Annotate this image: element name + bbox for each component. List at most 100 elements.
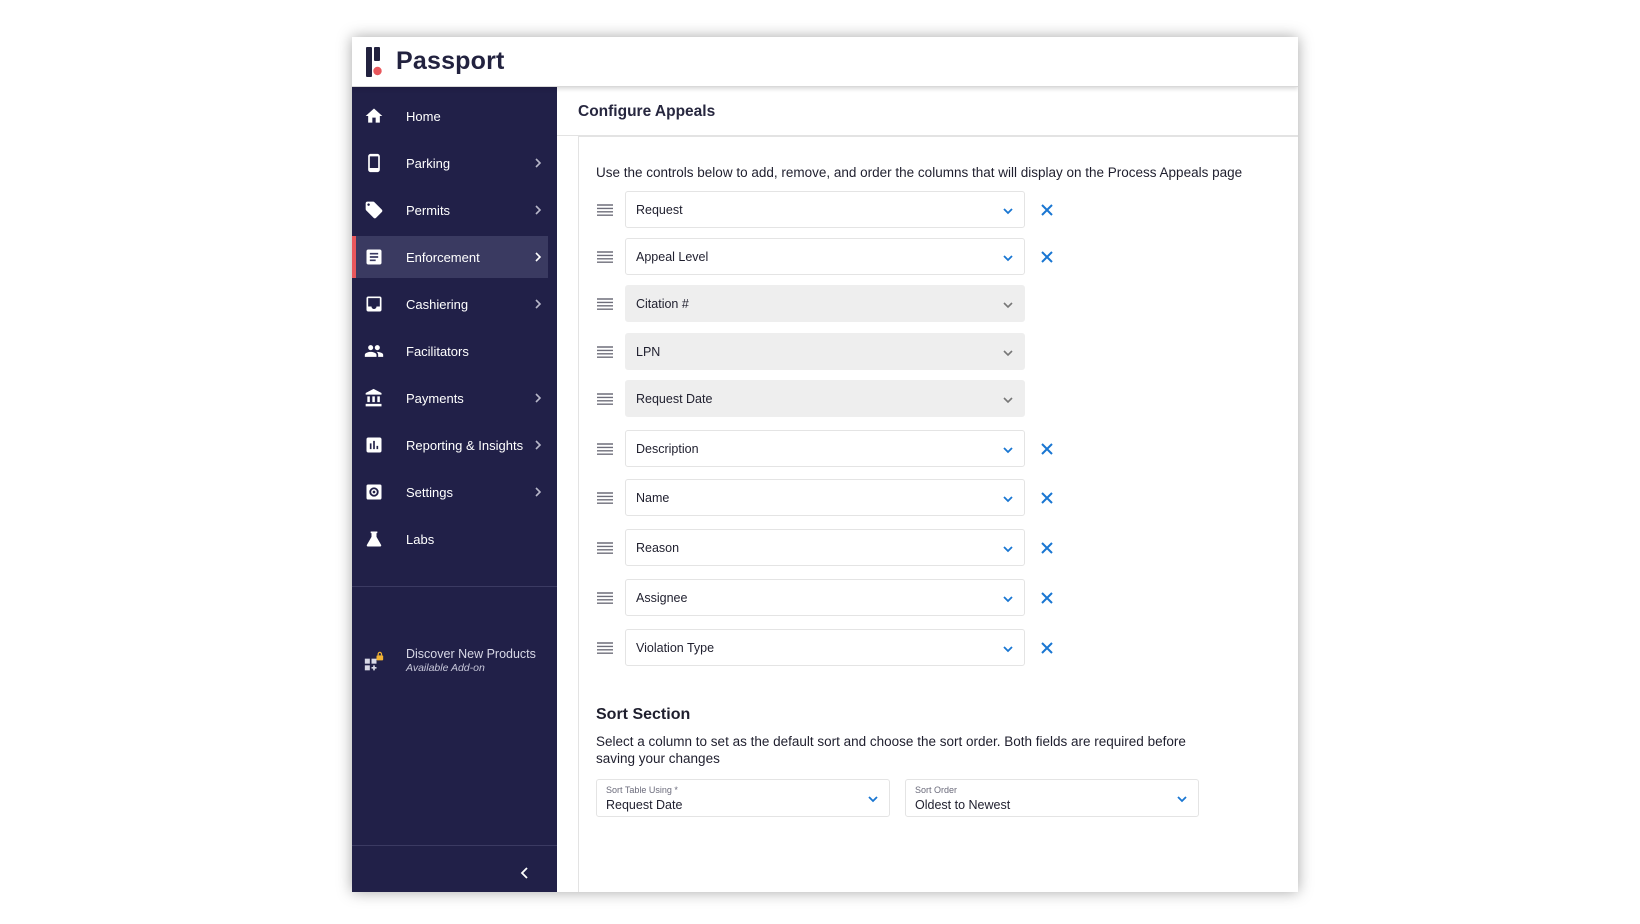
chevron-left-icon: [517, 867, 533, 885]
instructions-text: Use the controls below to add, remove, a…: [596, 165, 1243, 180]
sidebar-item-enforcement[interactable]: Enforcement: [352, 236, 548, 278]
drag-handle-icon[interactable]: [596, 249, 614, 265]
column-select[interactable]: Name: [625, 479, 1025, 516]
remove-column-button[interactable]: [1038, 589, 1056, 607]
column-row: Request: [596, 191, 1056, 229]
chevron-right-icon: [532, 298, 544, 310]
column-select-locked: Request Date: [625, 380, 1025, 417]
column-select-value: Request Date: [636, 392, 713, 406]
collapse-sidebar-button[interactable]: [517, 865, 533, 881]
chevron-right-icon: [532, 157, 544, 169]
remove-column-button[interactable]: [1038, 639, 1056, 657]
column-row: Name: [596, 479, 1056, 517]
page-title: Configure Appeals: [578, 103, 716, 120]
list-document-icon: [364, 247, 384, 267]
chevron-right-icon: [532, 392, 544, 404]
column-select[interactable]: Assignee: [625, 579, 1025, 616]
drag-handle-icon[interactable]: [596, 344, 614, 360]
column-select-value: Appeal Level: [636, 250, 709, 264]
sidebar-item-label: Cashiering: [406, 296, 469, 312]
sort-order-value: Oldest to Newest: [915, 798, 1011, 812]
sidebar-item-label: Parking: [406, 155, 451, 171]
sidebar-item-label: Settings: [406, 484, 453, 500]
sort-section-heading: Sort Section: [596, 706, 691, 723]
main-content: Configure Appeals Use the controls below…: [557, 87, 1298, 892]
bank-icon: [364, 388, 384, 408]
discover-new-products[interactable]: Discover New Products Available Add-on: [352, 637, 557, 687]
column-row: Reason: [596, 529, 1056, 567]
remove-column-button[interactable]: [1038, 539, 1056, 557]
chevron-down-icon: [1001, 443, 1015, 457]
sidebar-item-permits[interactable]: Permits: [352, 189, 548, 231]
sort-order-select[interactable]: Sort Order Oldest to Newest: [905, 779, 1199, 817]
column-row: Violation Type: [596, 629, 1056, 667]
sidebar-item-parking[interactable]: Parking: [352, 142, 548, 184]
drag-handle-icon[interactable]: [596, 540, 614, 556]
column-select[interactable]: Reason: [625, 529, 1025, 566]
people-icon: [364, 341, 384, 361]
sidebar-item-home[interactable]: Home: [352, 95, 548, 137]
chevron-down-icon: [1175, 792, 1189, 806]
sidebar-item-cashiering[interactable]: Cashiering: [352, 283, 548, 325]
sidebar-item-facilitators[interactable]: Facilitators: [352, 330, 548, 372]
column-row: Citation #: [596, 285, 1056, 323]
sort-table-value: Request Date: [606, 798, 683, 812]
drag-handle-icon[interactable]: [596, 590, 614, 606]
chevron-down-icon: [1001, 592, 1015, 606]
sidebar-item-label: Payments: [406, 390, 464, 406]
locked-add-on-icon: [364, 651, 384, 672]
remove-column-button[interactable]: [1038, 201, 1056, 219]
drag-handle-icon[interactable]: [596, 640, 614, 656]
drag-handle-icon[interactable]: [596, 490, 614, 506]
home-icon: [364, 106, 384, 126]
column-select-value: Violation Type: [636, 641, 715, 655]
tag-icon: [364, 200, 384, 220]
inbox-icon: [364, 294, 384, 314]
drag-handle-icon[interactable]: [596, 391, 614, 407]
sidebar-divider: [352, 845, 557, 846]
sidebar-item-label: Facilitators: [406, 343, 469, 359]
sidebar-item-label: Reporting & Insights: [406, 437, 524, 453]
drag-handle-icon[interactable]: [596, 202, 614, 218]
column-select-value: Reason: [636, 541, 680, 555]
app-name: Passport: [396, 47, 505, 75]
sidebar-item-label: Home: [406, 108, 441, 124]
chevron-right-icon: [532, 439, 544, 451]
column-select[interactable]: Request: [625, 191, 1025, 228]
sidebar-item-label: Enforcement: [406, 249, 480, 265]
page-header: Configure Appeals: [557, 87, 1298, 136]
close-icon: [1038, 443, 1056, 462]
chevron-down-icon: [1001, 298, 1015, 312]
sort-table-select[interactable]: Sort Table Using * Request Date: [596, 779, 890, 817]
column-select[interactable]: Violation Type: [625, 629, 1025, 666]
chevron-down-icon: [1001, 346, 1015, 360]
sidebar: Home Parking Permits Enforcement Cashier…: [352, 87, 557, 892]
chevron-down-icon: [1001, 492, 1015, 506]
column-row: LPN: [596, 333, 1056, 371]
sidebar-item-settings[interactable]: Settings: [352, 471, 548, 513]
column-row: Appeal Level: [596, 238, 1056, 276]
remove-column-button[interactable]: [1038, 248, 1056, 266]
column-select-value: Citation #: [636, 297, 689, 311]
drag-handle-icon[interactable]: [596, 296, 614, 312]
sort-section-description: Select a column to set as the default so…: [596, 734, 1186, 766]
chevron-down-icon: [1001, 393, 1015, 407]
remove-column-button[interactable]: [1038, 440, 1056, 458]
smartphone-icon: [364, 153, 384, 173]
column-select-value: Request: [636, 203, 683, 217]
sidebar-item-reporting-insights[interactable]: Reporting & Insights: [352, 424, 548, 466]
chevron-down-icon: [866, 792, 880, 806]
remove-column-button[interactable]: [1038, 489, 1056, 507]
sidebar-item-payments[interactable]: Payments: [352, 377, 548, 419]
column-select-value: Name: [636, 491, 670, 505]
chevron-right-icon: [532, 251, 544, 263]
bar-chart-icon: [364, 435, 384, 455]
sidebar-item-label: Labs: [406, 531, 435, 547]
sidebar-item-labs[interactable]: Labs: [352, 518, 548, 560]
column-select[interactable]: Description: [625, 430, 1025, 467]
column-select[interactable]: Appeal Level: [625, 238, 1025, 275]
chevron-down-icon: [1001, 542, 1015, 556]
column-row: Description: [596, 430, 1056, 468]
flask-icon: [364, 529, 384, 549]
drag-handle-icon[interactable]: [596, 441, 614, 457]
